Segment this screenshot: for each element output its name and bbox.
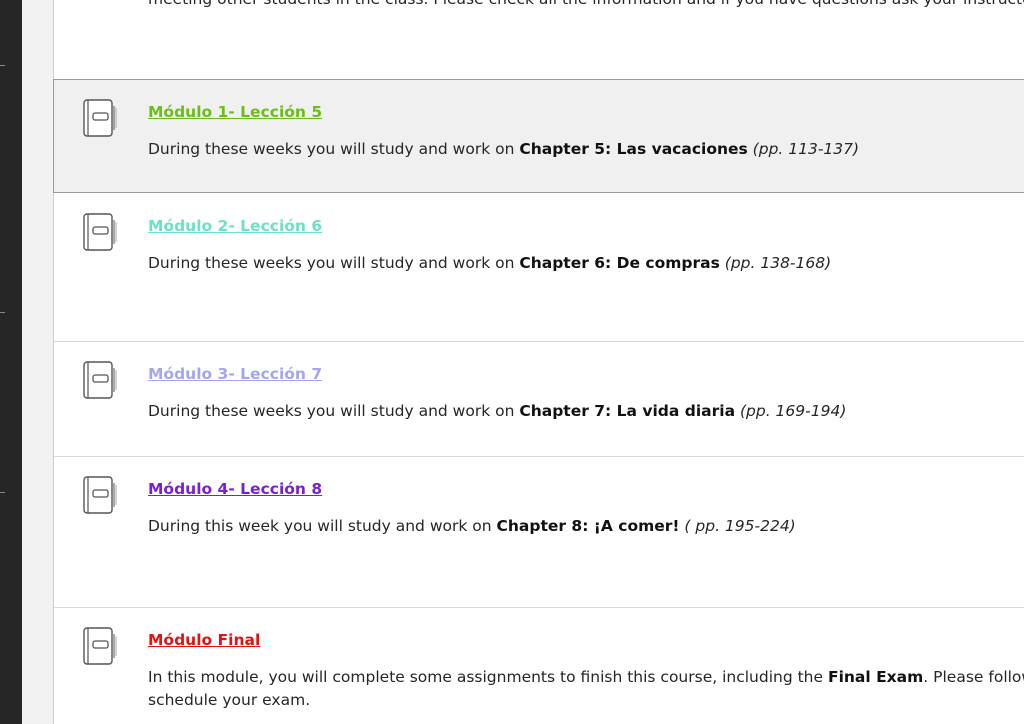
module-item-1[interactable]: Módulo 1- Lección 5 During these weeks y… <box>53 79 1024 193</box>
module-title-link[interactable]: Módulo 2- Lección 6 <box>148 217 322 235</box>
module-item-2[interactable]: Módulo 2- Lección 6 During these weeks y… <box>54 194 1024 341</box>
rail-tick <box>0 65 5 66</box>
module-item-4[interactable]: Módulo 4- Lección 8 During this week you… <box>54 456 1024 607</box>
module-description: During these weeks you will study and wo… <box>148 402 847 420</box>
rail-tick <box>0 492 5 493</box>
book-icon <box>83 99 117 137</box>
module-item-3[interactable]: Módulo 3- Lección 7 During these weeks y… <box>54 341 1024 456</box>
intro-text: meeting other students in the class. Ple… <box>148 0 1024 8</box>
module-item-final[interactable]: Módulo Final In this module, you will co… <box>54 607 1024 724</box>
book-icon <box>83 627 117 665</box>
book-icon <box>83 476 117 514</box>
book-icon <box>83 213 117 251</box>
module-title-link[interactable]: Módulo Final <box>148 631 260 649</box>
content-list: meeting other students in the class. Ple… <box>53 0 1024 724</box>
rail-tick <box>0 312 5 313</box>
book-icon <box>83 361 117 399</box>
module-description: During this week you will study and work… <box>148 517 796 535</box>
module-description: During these weeks you will study and wo… <box>148 254 832 272</box>
module-title-link[interactable]: Módulo 3- Lección 7 <box>148 365 322 383</box>
module-description: During these weeks you will study and wo… <box>148 140 860 158</box>
left-navigation-rail <box>0 0 22 724</box>
module-description: In this module, you will complete some a… <box>148 668 1024 709</box>
module-title-link[interactable]: Módulo 4- Lección 8 <box>148 480 322 498</box>
module-title-link[interactable]: Módulo 1- Lección 5 <box>148 103 322 121</box>
